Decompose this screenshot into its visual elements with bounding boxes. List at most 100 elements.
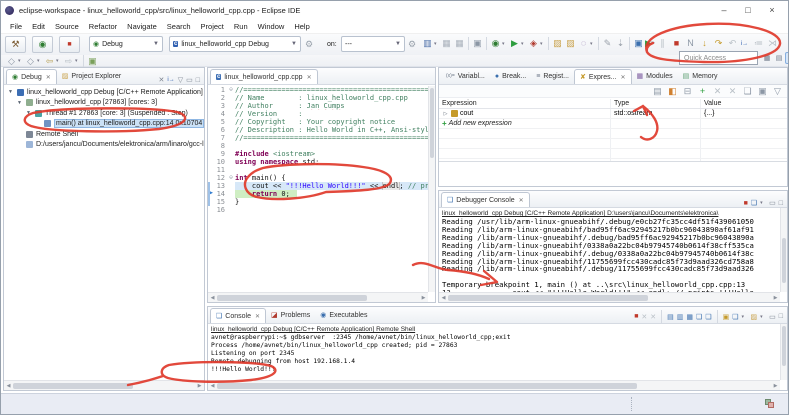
tab-console[interactable]: ❏Console✕ xyxy=(210,308,266,323)
remove-all-launches-icon[interactable]: ✕ xyxy=(650,313,656,321)
scroll-left-icon[interactable]: ◀ xyxy=(439,295,448,301)
tree-expander-icon[interactable]: ▼ xyxy=(16,100,23,106)
terminate-icon[interactable]: ■ xyxy=(744,200,748,207)
tab-problems[interactable]: ◪Problems xyxy=(266,308,315,323)
chevron-down-icon[interactable]: ▾ xyxy=(540,41,546,47)
tree-expander-icon[interactable]: ▷ xyxy=(442,111,449,117)
run-history-icon[interactable]: ▶ xyxy=(508,37,521,50)
maximize-button[interactable]: □ xyxy=(736,3,760,17)
menu-help[interactable]: Help xyxy=(289,21,314,32)
display-selected-console-icon[interactable]: ▣ xyxy=(723,313,730,321)
remove-all-expressions-icon[interactable]: ✕ xyxy=(726,85,739,98)
scroll-right-icon[interactable]: ▶ xyxy=(771,383,780,389)
annotation-pencil-icon[interactable]: ✎ xyxy=(601,37,614,50)
fold-minus-icon[interactable]: ⊖ xyxy=(227,174,235,182)
minimize-icon[interactable]: ▭ xyxy=(186,76,193,84)
disconnect-icon[interactable]: N xyxy=(684,37,697,50)
close-icon[interactable]: ✕ xyxy=(255,313,260,320)
open-folder-icon[interactable]: ▨ xyxy=(551,37,564,50)
close-button[interactable]: × xyxy=(760,3,784,17)
scrollbar-thumb[interactable] xyxy=(13,383,133,389)
tree-expander-icon[interactable]: ▼ xyxy=(25,110,32,116)
scroll-left-icon[interactable]: ◀ xyxy=(208,383,217,389)
tree-item[interactable]: ▼linux_helloworld_cpp [27863] [cores: 3] xyxy=(4,98,204,109)
chevron-down-icon[interactable]: ▾ xyxy=(590,41,596,47)
tree-item[interactable]: main() at linux_helloworld_cpp.cpp:14 0x… xyxy=(4,119,204,130)
scrollbar-thumb[interactable] xyxy=(430,88,434,158)
quick-access-box[interactable]: Quick Access xyxy=(679,51,758,65)
minimize-icon[interactable]: ▭ xyxy=(769,199,776,207)
menu-edit[interactable]: Edit xyxy=(27,21,50,32)
tree-item[interactable]: ▼Thread #1 27863 [core: 3] (Suspended : … xyxy=(4,108,204,119)
debugger-console-output[interactable]: Reading /usr/lib/arm-linux-gnueabihf/.de… xyxy=(439,218,787,297)
tab-break[interactable]: ●Break... xyxy=(490,69,531,84)
stop-build-button[interactable]: ■ xyxy=(59,36,80,53)
new-console-view-icon[interactable]: ▨ xyxy=(751,313,758,321)
status-tray-icon[interactable] xyxy=(765,399,774,408)
debug-perspective-icon[interactable]: ◉ xyxy=(785,52,789,64)
console-vscrollbar[interactable] xyxy=(780,324,787,380)
menu-project[interactable]: Project xyxy=(196,21,229,32)
maximize-icon[interactable]: □ xyxy=(196,77,200,84)
new-view-icon[interactable]: ❏ xyxy=(741,85,754,98)
show-type-names-icon[interactable]: ◧ xyxy=(666,85,679,98)
tab-variabl[interactable]: (x)=Variabl... xyxy=(441,69,490,84)
connection-gear-icon[interactable]: ⚙ xyxy=(408,39,416,50)
menu-refactor[interactable]: Refactor xyxy=(84,21,122,32)
scrollbar-thumb[interactable] xyxy=(217,383,637,389)
scroll-left-icon[interactable]: ◀ xyxy=(208,295,217,301)
launch-config-combo[interactable]: c linux_helloworld_cpp Debug ▼ xyxy=(169,36,301,52)
tab-memory[interactable]: ▤Memory xyxy=(678,69,723,84)
scroll-right-icon[interactable]: ▶ xyxy=(419,295,428,301)
build-project-icon[interactable]: ▣ xyxy=(471,37,484,50)
menu-source[interactable]: Source xyxy=(50,21,84,32)
tab-projectexplorer[interactable]: ▨Project Explorer xyxy=(57,69,126,84)
drop-to-frame-icon[interactable]: ≔ xyxy=(752,37,765,50)
tab-modules[interactable]: ▦Modules xyxy=(632,69,678,84)
scroll-lock-icon[interactable]: ▥ xyxy=(677,313,684,321)
expression-row[interactable]: ▷coutstd::ostream{...} xyxy=(439,109,787,119)
tab-executables[interactable]: ◉Executables xyxy=(315,308,372,323)
show-console-on-output-icon[interactable]: ❏ xyxy=(696,313,702,321)
use-step-filters-icon[interactable]: ⋊ xyxy=(766,37,779,50)
external-tools-icon[interactable]: ◈ xyxy=(527,37,540,50)
scrollbar-thumb[interactable] xyxy=(217,295,367,301)
step-into-icon[interactable]: ↓ xyxy=(698,37,711,50)
view-menu-icon[interactable]: ▽ xyxy=(771,85,784,98)
step-over-icon[interactable]: ↷ xyxy=(712,37,725,50)
debug-tree-hscrollbar[interactable]: ◀ ▶ xyxy=(4,380,204,390)
tab-expres[interactable]: ✘Expres...✕ xyxy=(574,69,632,84)
console-hscrollbar[interactable]: ◀ ▶ xyxy=(208,380,780,390)
scroll-right-icon[interactable]: ▶ xyxy=(195,383,204,389)
open-perspective-icon[interactable]: ▦ xyxy=(761,52,773,64)
chevron-down-icon[interactable]: ▾ xyxy=(760,200,766,206)
tree-item[interactable]: D:/users/jancu/Documents/elektronica/arm… xyxy=(4,140,204,151)
debug-mode-combo[interactable]: ◉ Debug ▼ xyxy=(89,36,163,52)
instruction-step-toggle-icon[interactable]: i→ xyxy=(167,77,174,83)
collapse-all-icon[interactable]: ⊟ xyxy=(681,85,694,98)
next-annotation-icon[interactable]: ◇ xyxy=(5,55,18,68)
editor-vscrollbar[interactable] xyxy=(428,86,435,292)
maximize-icon[interactable]: □ xyxy=(779,313,783,320)
scrollbar-thumb[interactable] xyxy=(448,295,648,301)
word-wrap-icon[interactable]: ▦ xyxy=(686,313,693,321)
editor-hscrollbar[interactable]: ◀ ▶ xyxy=(208,292,428,302)
chevron-down-icon[interactable]: ▾ xyxy=(75,58,81,64)
tab-regist[interactable]: ≡Regist... xyxy=(531,69,574,84)
resume-icon[interactable]: ▶ xyxy=(642,37,655,50)
scrollbar-thumb[interactable] xyxy=(782,238,786,283)
editor-tab[interactable]: c linux_helloworld_cpp.cpp ✕ xyxy=(210,69,318,84)
search-icon[interactable]: ◌ xyxy=(577,37,590,50)
last-edit-location-icon[interactable]: ▣ xyxy=(86,55,99,68)
tree-item[interactable]: ▼linux_helloworld_cpp Debug [C/C++ Remot… xyxy=(4,87,204,98)
clear-console-icon[interactable]: ▤ xyxy=(667,313,674,321)
terminate-icon[interactable]: ■ xyxy=(634,313,638,320)
forward-icon[interactable]: ⇨ xyxy=(62,55,75,68)
scrollbar-thumb[interactable] xyxy=(782,326,786,366)
tree-expander-icon[interactable]: ▼ xyxy=(7,89,14,95)
show-logical-structure-icon[interactable]: ▤ xyxy=(651,85,664,98)
debug-history-icon[interactable]: ◉ xyxy=(489,37,502,50)
chevron-down-icon[interactable]: ▾ xyxy=(742,314,748,320)
minimize-icon[interactable]: ▭ xyxy=(769,313,776,321)
mark-occurrences-icon[interactable]: ⇣ xyxy=(614,37,627,50)
